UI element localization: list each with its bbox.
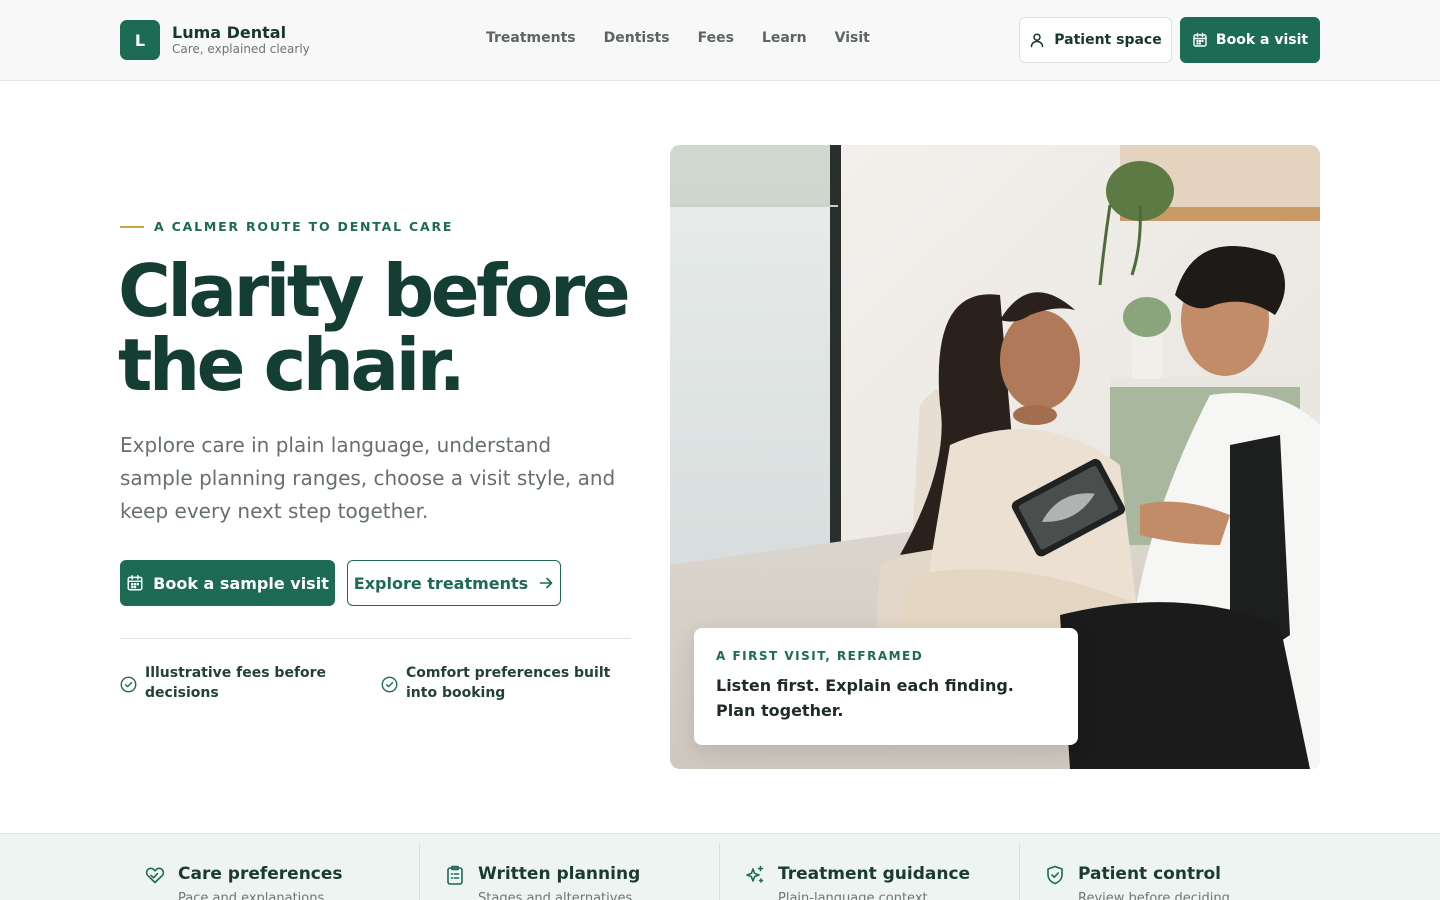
book-sample-visit-button[interactable]: Book a sample visit [120, 560, 335, 606]
feature-subtitle: Plain-language context [778, 891, 928, 900]
nav-item-treatments[interactable]: Treatments [486, 29, 576, 47]
hero-headline: Clarity before the chair. [118, 254, 658, 402]
explore-treatments-button[interactable]: Explore treatments [347, 560, 561, 606]
nav-item-dentists[interactable]: Dentists [604, 29, 670, 47]
feature-title: Written planning [478, 864, 641, 884]
brand-mark: L [120, 20, 160, 60]
headline-line-1: Clarity before [118, 249, 631, 333]
book-visit-button[interactable]: Book a visit [1180, 17, 1320, 63]
nav-item-learn[interactable]: Learn [762, 29, 807, 47]
assurance-fees: Illustrative fees before decisions [120, 663, 370, 703]
feature-title: Treatment guidance [778, 864, 971, 884]
feature-care-preferences: Care preferences Pace and explanations [144, 844, 404, 900]
feature-subtitle: Pace and explanations [178, 891, 325, 900]
feature-title: Patient control [1078, 864, 1221, 884]
check-circle-icon [381, 665, 398, 703]
eyebrow-text: A CALMER ROUTE TO DENTAL CARE [154, 219, 454, 234]
feature-title: Care preferences [178, 864, 343, 884]
assurance-text: Illustrative fees before decisions [145, 665, 327, 701]
calendar-icon [126, 574, 144, 592]
feature-strip: Care preferences Pace and explanations W… [0, 833, 1440, 900]
patient-space-label: Patient space [1054, 32, 1162, 48]
assurance-text: Comfort preferences built into booking [406, 665, 611, 701]
feature-divider [419, 844, 420, 900]
hero-lede: Explore care in plain language, understa… [120, 433, 616, 523]
book-sample-visit-label: Book a sample visit [153, 573, 329, 593]
nav-item-fees[interactable]: Fees [698, 29, 734, 47]
feature-subtitle: Review before deciding [1078, 891, 1230, 900]
caption-eyebrow: A FIRST VISIT, REFRAMED [716, 649, 924, 663]
heart-hand-icon [144, 864, 166, 886]
headline-line-2: the chair. [118, 323, 466, 407]
explore-treatments-label: Explore treatments [353, 573, 529, 593]
site-header: L Luma Dental Care, explained clearly Tr… [0, 0, 1440, 81]
user-icon [1029, 32, 1045, 48]
shield-check-icon [1044, 864, 1066, 886]
brand-logo[interactable]: L Luma Dental Care, explained clearly [120, 20, 310, 60]
feature-written-planning: Written planning Stages and alternatives [444, 844, 704, 900]
clipboard-icon [444, 864, 466, 886]
assurance-comfort: Comfort preferences built into booking [381, 663, 631, 703]
sparkle-icon [744, 864, 766, 886]
brand-tagline: Care, explained clearly [172, 42, 310, 56]
brand-name: Luma Dental [172, 23, 287, 42]
book-visit-label: Book a visit [1215, 32, 1309, 48]
calendar-icon [1192, 32, 1208, 48]
feature-patient-control: Patient control Review before deciding [1044, 844, 1304, 900]
hero-eyebrow: A CALMER ROUTE TO DENTAL CARE [120, 219, 453, 234]
feature-subtitle: Stages and alternatives [478, 891, 633, 900]
check-circle-icon [120, 665, 137, 703]
patient-space-button[interactable]: Patient space [1019, 17, 1172, 63]
caption-text: Listen first. Explain each finding. Plan… [716, 676, 1014, 720]
arrow-right-icon [538, 575, 554, 591]
nav-item-visit[interactable]: Visit [835, 29, 870, 47]
feature-divider [719, 844, 720, 900]
feature-treatment-guidance: Treatment guidance Plain-language contex… [744, 844, 1004, 900]
main-nav: Treatments Dentists Fees Learn Visit [486, 29, 870, 47]
hero-divider [120, 638, 631, 639]
eyebrow-rule [120, 225, 144, 228]
brand-text: Luma Dental Care, explained clearly [172, 23, 310, 57]
hero-caption-card: A FIRST VISIT, REFRAMED Listen first. Ex… [694, 628, 1078, 745]
feature-divider [1019, 844, 1020, 900]
